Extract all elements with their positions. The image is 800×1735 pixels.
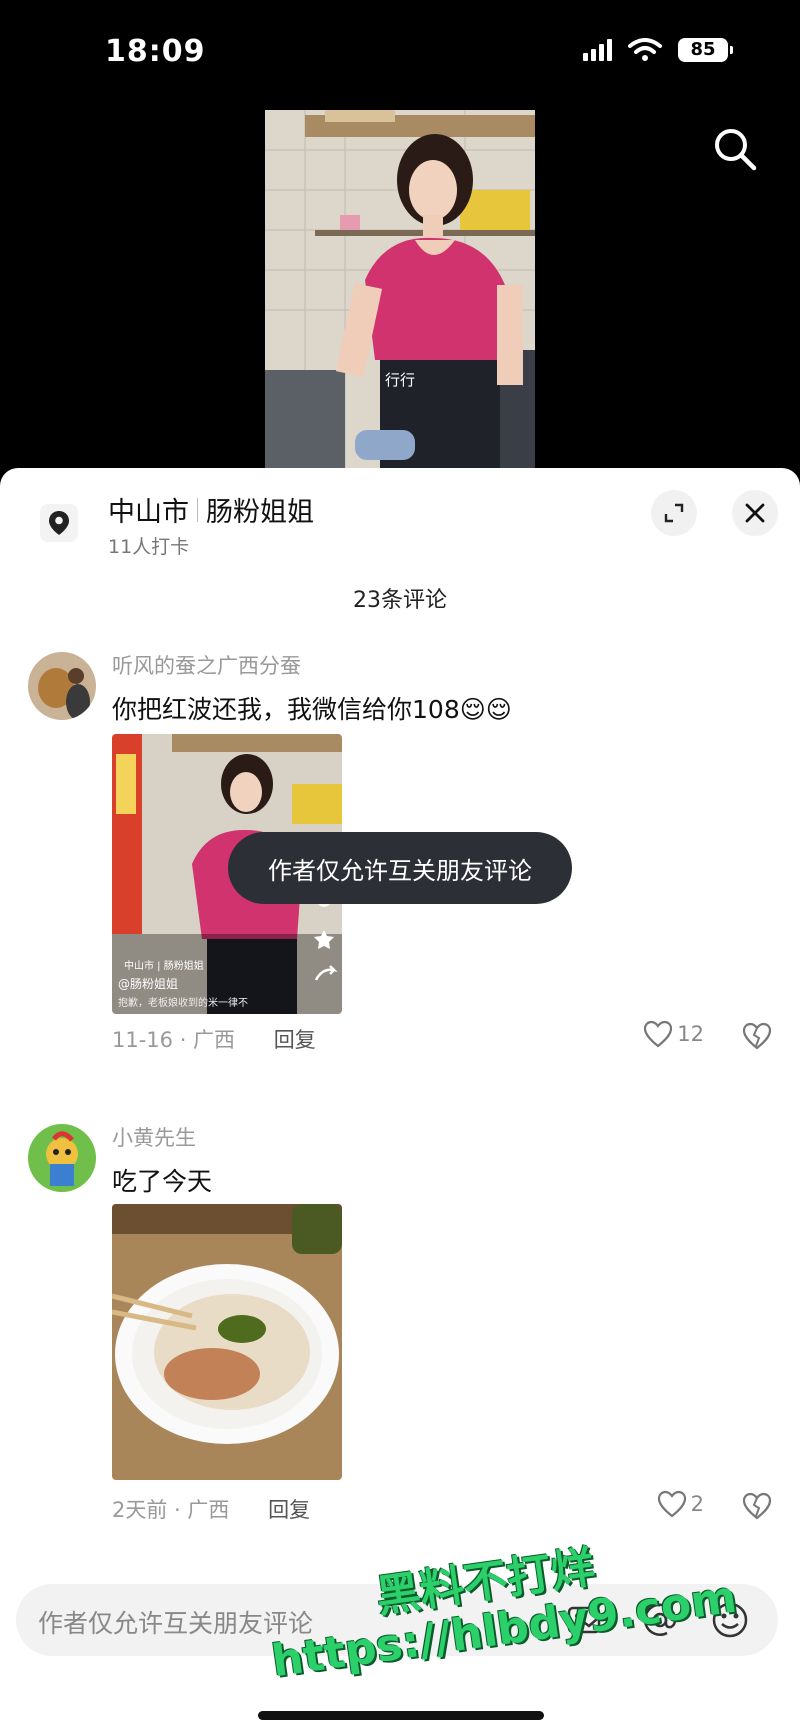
dislike-heart-icon[interactable]: [742, 1022, 772, 1050]
like-count: 2: [690, 1492, 704, 1516]
heart-icon: [657, 1490, 686, 1518]
video-player[interactable]: 行行: [265, 110, 535, 470]
avatar[interactable]: [28, 1124, 96, 1192]
comment-item: 小黄先生 吃了今天 2天前 · 广西 回复 2: [0, 1124, 800, 1554]
video-area: 行行: [0, 100, 800, 470]
comment-meta: 2天前 · 广西 回复: [112, 1494, 310, 1524]
video-frame-image: 行行: [265, 110, 535, 470]
comment-sheet: 中山市 肠粉姐姐 11人打卡 23条评论 听风的蚕之广西分蚕 你把红波还我，我微…: [0, 468, 800, 1735]
status-bar: 18:09 85: [0, 0, 800, 100]
comment-input-placeholder: 作者仅允许互关朋友评论: [38, 1609, 314, 1638]
expand-button[interactable]: [651, 490, 697, 536]
avatar[interactable]: [28, 652, 96, 720]
like-count: 12: [677, 1022, 704, 1046]
close-button[interactable]: [732, 490, 778, 536]
search-icon[interactable]: [710, 124, 760, 174]
close-icon: [745, 503, 765, 523]
location-pin-icon: [40, 504, 78, 542]
location-separator: [197, 497, 198, 522]
comment-count: 23条评论: [353, 588, 447, 613]
dislike-heart-icon[interactable]: [742, 1492, 772, 1520]
heart-icon: [644, 1020, 673, 1048]
comment-image[interactable]: [112, 1204, 342, 1480]
location-title[interactable]: 中山市 肠粉姐姐: [108, 490, 314, 529]
comment-meta: 11-16 · 广西 回复: [112, 1024, 316, 1054]
image-overlay-author: @肠粉姐姐: [118, 977, 178, 991]
video-caption: 行行: [385, 371, 415, 389]
reply-button[interactable]: 回复: [274, 1028, 316, 1052]
comment-date: 11-16 · 广西: [112, 1028, 236, 1052]
wifi-icon: [628, 38, 662, 61]
location-checkins: 11人打卡: [108, 536, 190, 558]
status-icons: 85: [583, 38, 733, 62]
comment-text: 你把红波还我，我微信给你108😌😌: [112, 695, 512, 724]
like-button[interactable]: 12: [643, 1020, 704, 1048]
signal-icon: [583, 39, 612, 61]
status-time: 18:09: [105, 34, 206, 69]
comment-username[interactable]: 听风的蚕之广西分蚕: [112, 650, 301, 680]
image-overlay-location: 中山市 | 肠粉姐姐: [124, 959, 204, 972]
location-city: 中山市: [108, 497, 189, 528]
toast-message: 作者仅允许互关朋友评论: [228, 832, 572, 904]
comment-text: 吃了今天: [112, 1167, 213, 1196]
location-place: 肠粉姐姐: [206, 497, 314, 528]
reply-button[interactable]: 回复: [268, 1498, 310, 1522]
comment-username[interactable]: 小黄先生: [112, 1122, 196, 1152]
image-overlay-desc: 抱歉，老板娘收到的米一律不: [118, 996, 248, 1009]
like-button[interactable]: 2: [657, 1490, 704, 1518]
battery-icon: 85: [678, 38, 733, 62]
comment-date: 2天前 · 广西: [112, 1498, 230, 1522]
expand-icon: [664, 503, 684, 523]
home-indicator[interactable]: [258, 1711, 544, 1720]
